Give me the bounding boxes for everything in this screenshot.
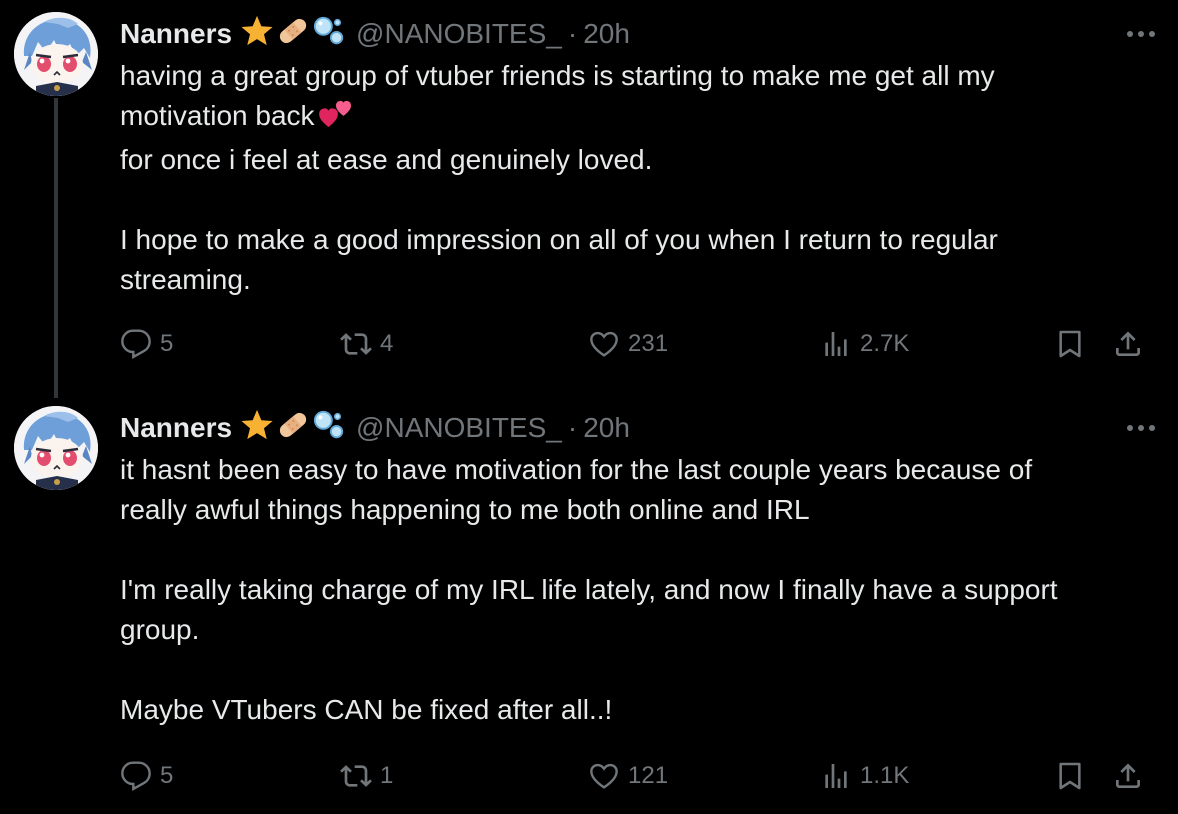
bubbles-emoji xyxy=(312,408,346,449)
share-icon xyxy=(1112,760,1144,792)
action-bar: 5 1 121 1.1K xyxy=(120,756,1150,796)
text-line: I hope to make a good impression on all … xyxy=(120,224,998,255)
like-button[interactable]: 121 xyxy=(588,756,668,796)
text-line: it hasnt been easy to have motivation fo… xyxy=(120,454,1033,485)
author-name[interactable]: Nanners xyxy=(120,18,232,50)
like-count: 231 xyxy=(628,330,669,357)
timestamp[interactable]: 20h xyxy=(583,412,630,444)
retweet-icon xyxy=(340,760,372,792)
view-count: 2.7K xyxy=(860,330,910,357)
separator-dot: · xyxy=(567,412,578,443)
tweet[interactable]: Nanners xyxy=(0,394,1178,814)
share-icon xyxy=(1112,328,1144,360)
text-line: having a great group of vtuber friends i… xyxy=(120,60,995,91)
name-badges xyxy=(240,14,346,55)
more-options-button[interactable] xyxy=(1124,416,1158,440)
views-button[interactable]: 1.1K xyxy=(820,756,909,796)
bookmark-icon xyxy=(1054,328,1086,360)
tweet-text: having a great group of vtuber friends i… xyxy=(120,56,1160,300)
text-line: Maybe VTubers CAN be fixed after all..! xyxy=(120,694,613,725)
tweet-header: Nanners @NANOBITES_ · 20h xyxy=(120,406,630,450)
star-emoji xyxy=(240,14,274,55)
bandage-emoji xyxy=(276,14,310,55)
more-options-button[interactable] xyxy=(1124,22,1158,46)
text-line: I'm really taking charge of my IRL life … xyxy=(120,574,1058,605)
tweet[interactable]: Nanners xyxy=(0,0,1178,398)
avatar[interactable] xyxy=(14,406,98,490)
bubbles-emoji xyxy=(312,14,346,55)
timestamp[interactable]: 20h xyxy=(583,18,630,50)
retweet-button[interactable]: 4 xyxy=(340,324,393,364)
like-count: 121 xyxy=(628,762,669,789)
bookmark-icon xyxy=(1054,760,1086,792)
text-line: group. xyxy=(120,614,200,645)
text-line: for once i feel at ease and genuinely lo… xyxy=(120,144,653,175)
retweet-count: 4 xyxy=(380,330,394,357)
reply-button[interactable]: 5 xyxy=(120,324,173,364)
heart-icon xyxy=(588,328,620,360)
text-line: motivation back xyxy=(120,96,1160,140)
heart-icon xyxy=(588,760,620,792)
more-icon xyxy=(1127,31,1155,37)
tweet-header: Nanners @NANOBITES_ · 20h xyxy=(120,12,630,56)
author-handle[interactable]: @NANOBITES_ xyxy=(356,412,562,444)
author-handle[interactable]: @NANOBITES_ xyxy=(356,18,562,50)
retweet-button[interactable]: 1 xyxy=(340,756,393,796)
thread-connector-line xyxy=(54,98,58,398)
more-icon xyxy=(1127,425,1155,431)
views-chart-icon xyxy=(820,328,852,360)
bookmark-button[interactable] xyxy=(1054,324,1086,364)
views-button[interactable]: 2.7K xyxy=(820,324,909,364)
reply-icon xyxy=(120,328,152,360)
separator-dot: · xyxy=(567,18,578,49)
name-badges xyxy=(240,408,346,449)
share-button[interactable] xyxy=(1112,324,1144,364)
tweet-text: it hasnt been easy to have motivation fo… xyxy=(120,450,1160,730)
retweet-count: 1 xyxy=(380,762,394,789)
retweet-icon xyxy=(340,328,372,360)
views-chart-icon xyxy=(820,760,852,792)
like-button[interactable]: 231 xyxy=(588,324,668,364)
reply-count: 5 xyxy=(160,762,174,789)
bookmark-button[interactable] xyxy=(1054,756,1086,796)
reply-icon xyxy=(120,760,152,792)
two-hearts-emoji xyxy=(318,99,353,140)
star-emoji xyxy=(240,408,274,449)
avatar[interactable] xyxy=(14,12,98,96)
reply-button[interactable]: 5 xyxy=(120,756,173,796)
author-name[interactable]: Nanners xyxy=(120,412,232,444)
text-line: really awful things happening to me both… xyxy=(120,494,810,525)
text-line: streaming. xyxy=(120,264,251,295)
bandage-emoji xyxy=(276,408,310,449)
view-count: 1.1K xyxy=(860,762,910,789)
thread: Nanners @NANOBITES_ · 20h having a great… xyxy=(0,0,1178,814)
reply-count: 5 xyxy=(160,330,174,357)
action-bar: 5 4 231 2.7K xyxy=(120,324,1150,364)
share-button[interactable] xyxy=(1112,756,1144,796)
